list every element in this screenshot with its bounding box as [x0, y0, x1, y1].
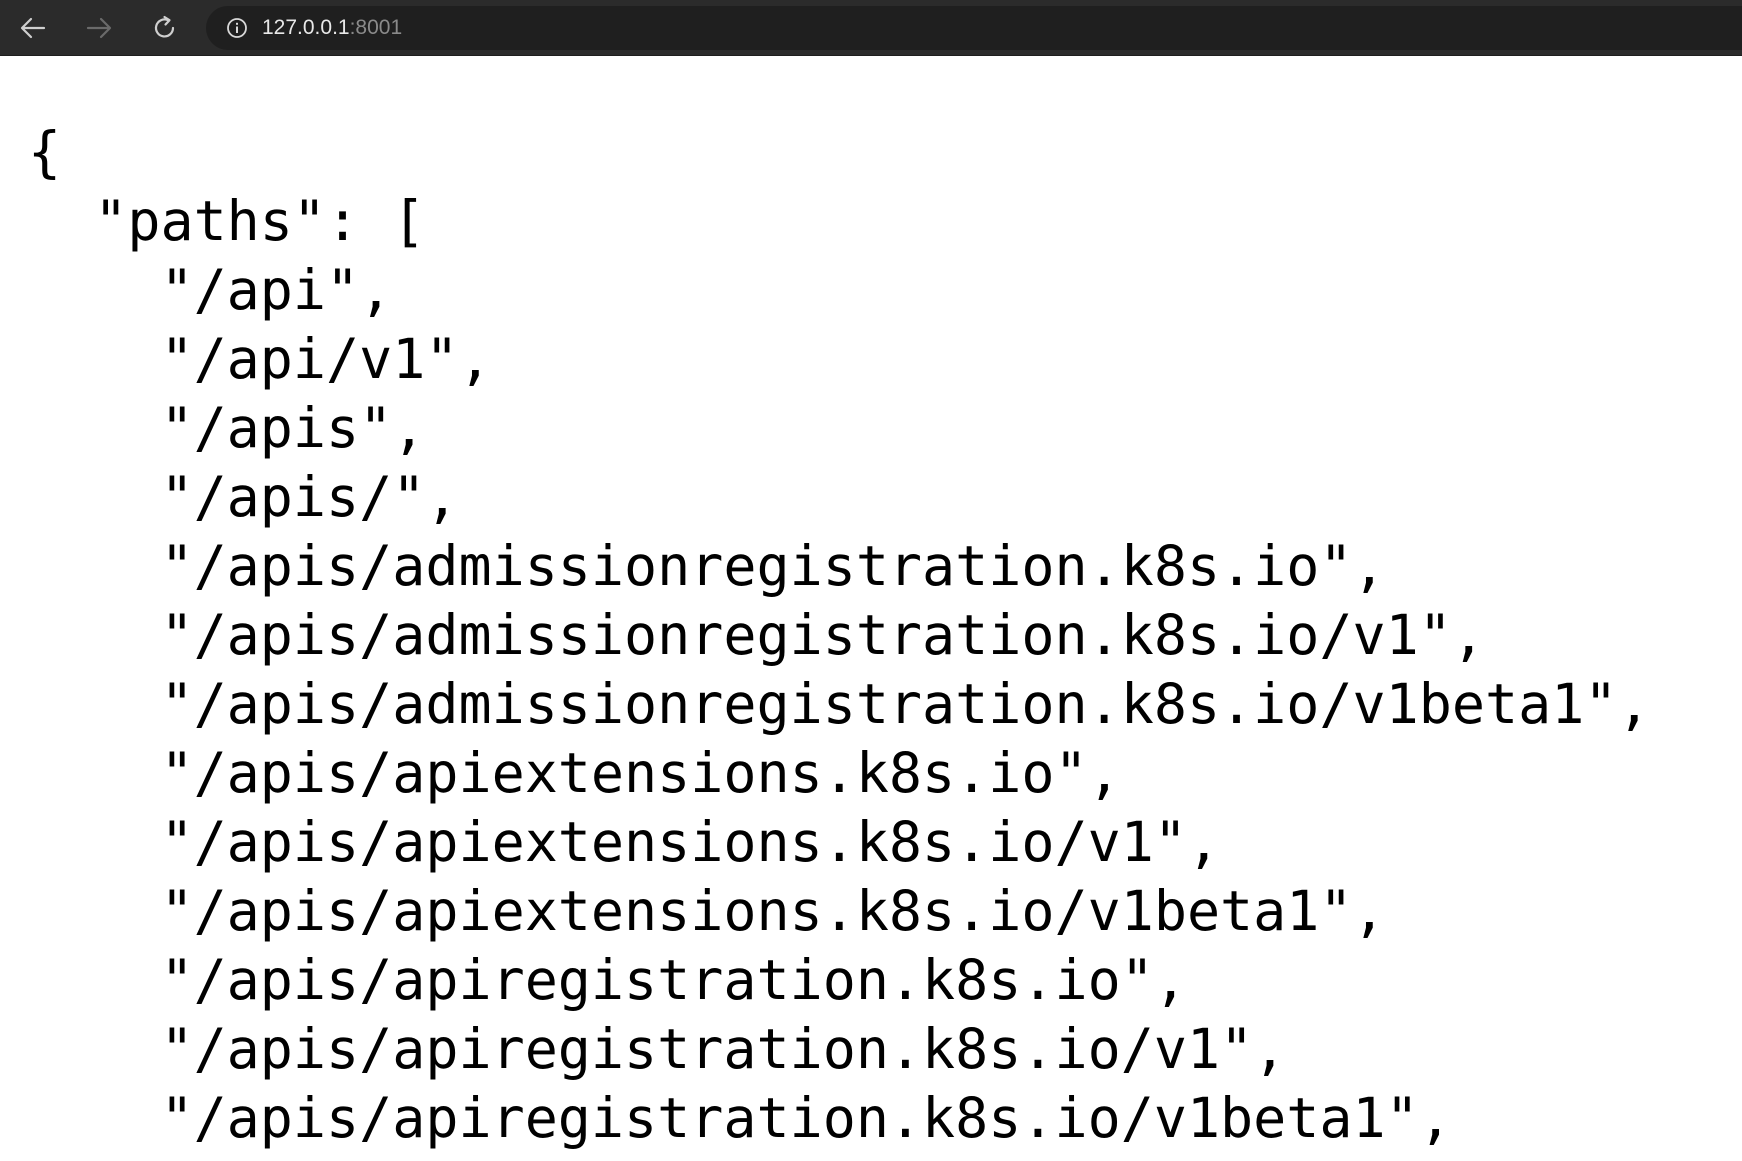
- browser-toolbar: 127.0.0.1:8001: [0, 0, 1742, 56]
- json-line: "/apis/",: [28, 465, 459, 529]
- url-text[interactable]: 127.0.0.1:8001: [262, 16, 402, 40]
- forward-button[interactable]: [74, 8, 124, 48]
- json-line: "/api",: [28, 258, 393, 322]
- json-line: "/apis/apiregistration.k8s.io/v1beta1",: [28, 1086, 1452, 1150]
- json-line: "/apis",: [28, 396, 426, 460]
- json-viewer: { "paths": [ "/api", "/api/v1", "/apis",…: [28, 118, 1651, 1153]
- reload-icon: [154, 15, 175, 38]
- address-bar[interactable]: 127.0.0.1:8001: [206, 6, 1742, 50]
- json-line: "/apis/admissionregistration.k8s.io/v1be…: [28, 672, 1651, 736]
- json-line: "/apis/apiextensions.k8s.io/v1beta1",: [28, 879, 1386, 943]
- json-line: "/apis/apiregistration.k8s.io/v1",: [28, 1017, 1287, 1081]
- arrow-left-icon: [20, 17, 46, 39]
- url-port: :8001: [349, 16, 403, 39]
- json-line: {: [28, 120, 62, 184]
- json-line: "/apis/apiextensions.k8s.io",: [28, 741, 1121, 805]
- json-line: "/apis/apiregistration.k8s.io",: [28, 948, 1187, 1012]
- reload-button[interactable]: [140, 8, 190, 48]
- json-line: "/apis/admissionregistration.k8s.io",: [28, 534, 1386, 598]
- page-content: { "paths": [ "/api", "/api/v1", "/apis",…: [0, 56, 1742, 1161]
- json-line: "/api/v1",: [28, 327, 492, 391]
- json-line: "paths": [: [28, 189, 426, 253]
- back-button[interactable]: [8, 8, 58, 48]
- arrow-right-icon: [86, 17, 112, 39]
- info-icon[interactable]: [226, 17, 248, 39]
- url-host: 127.0.0.1: [262, 16, 350, 39]
- json-line: "/apis/admissionregistration.k8s.io/v1",: [28, 603, 1485, 667]
- json-line: "/apis/apiextensions.k8s.io/v1",: [28, 810, 1221, 874]
